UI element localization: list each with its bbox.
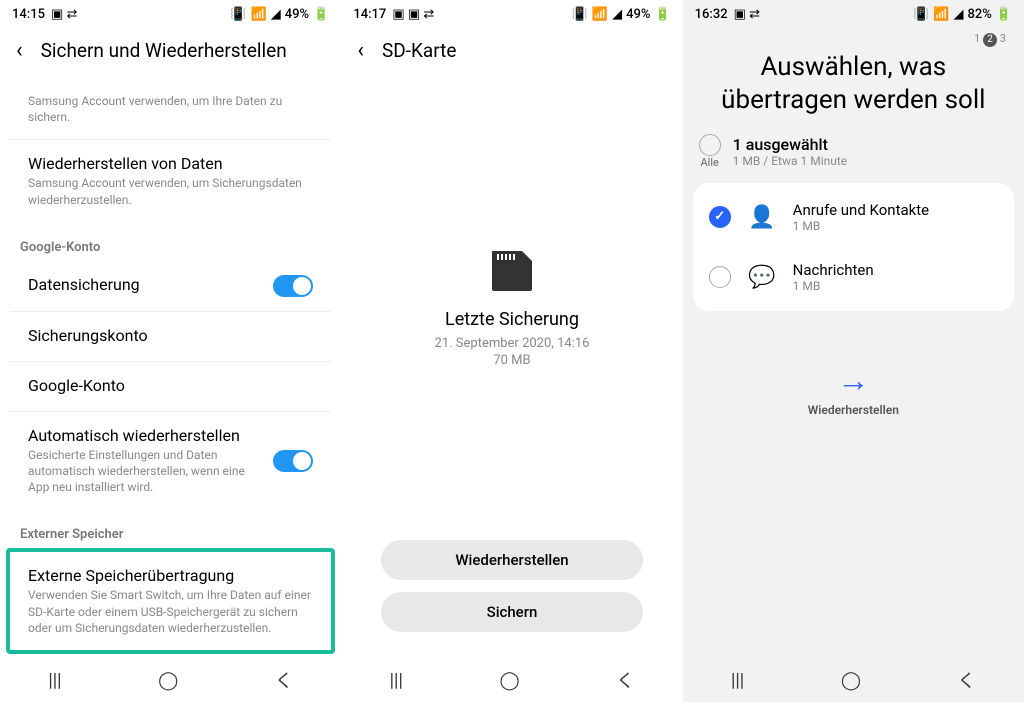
screen-select-transfer: 16:32 ▣ ⇄ 📳 📶 ◢ 82% 🔋 1 2 3 Auswählen, w… [683, 0, 1024, 702]
external-transfer-highlight: Externe Speicherübertragung Verwenden Si… [6, 548, 335, 654]
item-checkbox[interactable] [709, 266, 731, 288]
back-icon[interactable]: ‹ [357, 38, 364, 63]
nav-bar: ||| ◯ く [341, 658, 682, 702]
transfer-items-list: 👤 Anrufe und Kontakte 1 MB 💬 Nachrichten… [693, 183, 1014, 311]
select-all-checkbox[interactable] [699, 134, 721, 156]
backup-button[interactable]: Sichern [381, 592, 642, 632]
battery-text: 82% [967, 7, 991, 22]
status-time: 16:32 [695, 7, 728, 22]
samsung-card: Samsung Account verwenden, um Ihre Daten… [10, 79, 331, 222]
recents-button[interactable]: ||| [48, 670, 61, 691]
arrow-right-icon: → [683, 361, 1024, 399]
screen-sd-card: 14:17 ▣ ▣ ⇄ 📳 📶 ◢ 49% 🔋 ‹ SD-Karte Letzt… [341, 0, 682, 702]
contacts-icon: 👤 [747, 202, 777, 232]
nav-bar: ||| ◯ く [683, 658, 1024, 702]
battery-icon: 🔋 [654, 7, 670, 22]
samsung-backup-item[interactable]: Samsung Account verwenden, um Ihre Daten… [10, 79, 331, 140]
backup-size: 70 MB [493, 353, 530, 368]
home-button[interactable]: ◯ [158, 670, 178, 691]
home-button[interactable]: ◯ [841, 670, 861, 691]
status-time: 14:15 [12, 7, 45, 22]
back-icon[interactable]: ‹ [16, 38, 23, 63]
item-checkbox[interactable] [709, 206, 731, 228]
back-button[interactable]: く [958, 667, 976, 693]
screen-backup-restore: 14:15 ▣ ⇄ 📳 📶 ◢ 49% 🔋 ‹ Sichern und Wied… [0, 0, 341, 702]
selected-count: 1 ausgewählt [733, 135, 848, 154]
messages-icon: 💬 [747, 262, 777, 292]
google-section-label: Google-Konto [0, 232, 341, 261]
notif-icon: ▣ ⇄ [734, 7, 760, 22]
restore-action[interactable]: → Wiederherstellen [683, 361, 1024, 417]
restore-button[interactable]: Wiederherstellen [381, 540, 642, 580]
sd-info: Letzte Sicherung 21. September 2020, 14:… [341, 79, 682, 540]
data-backup-toggle-row[interactable]: Datensicherung [10, 261, 331, 312]
google-account-item[interactable]: Google-Konto [10, 362, 331, 412]
data-backup-toggle[interactable] [273, 275, 313, 297]
external-transfer-item[interactable]: Externe Speicherübertragung Verwenden Si… [10, 552, 331, 650]
battery-text: 49% [285, 7, 309, 22]
header: ‹ Sichern und Wiederherstellen [0, 28, 341, 79]
action-buttons: Wiederherstellen Sichern [341, 540, 682, 658]
status-time: 14:17 [353, 7, 386, 22]
auto-restore-toggle[interactable] [273, 450, 313, 472]
step-indicator: 1 2 3 [683, 28, 1024, 47]
battery-icon: 🔋 [996, 7, 1012, 22]
recents-button[interactable]: ||| [390, 670, 403, 691]
backup-account-item[interactable]: Sicherungskonto [10, 312, 331, 362]
back-button[interactable]: く [616, 667, 634, 693]
wifi-icon: 📶 [933, 7, 949, 22]
vibrate-icon: 📳 [230, 7, 246, 22]
google-card: Datensicherung Sicherungskonto Google-Ko… [10, 261, 331, 510]
vibrate-icon: 📳 [913, 7, 929, 22]
page-title: Sichern und Wiederherstellen [41, 39, 287, 62]
status-bar: 14:17 ▣ ▣ ⇄ 📳 📶 ◢ 49% 🔋 [341, 0, 682, 28]
wifi-icon: 📶 [592, 7, 608, 22]
external-section-label: Externer Speicher [0, 519, 341, 548]
nav-bar: ||| ◯ く [0, 658, 341, 702]
wifi-icon: 📶 [251, 7, 267, 22]
last-backup-label: Letzte Sicherung [445, 309, 579, 330]
recents-button[interactable]: ||| [731, 670, 744, 691]
list-item-contacts[interactable]: 👤 Anrufe und Kontakte 1 MB [693, 187, 1014, 247]
page-title: Auswählen, was übertragen werden soll [683, 47, 1024, 134]
header: ‹ SD-Karte [341, 28, 682, 79]
signal-icon: ◢ [953, 7, 963, 22]
battery-icon: 🔋 [313, 7, 329, 22]
status-bar: 16:32 ▣ ⇄ 📳 📶 ◢ 82% 🔋 [683, 0, 1024, 28]
battery-text: 49% [626, 7, 650, 22]
step-active: 2 [983, 33, 997, 47]
selected-sub: 1 MB / Etwa 1 Minute [733, 154, 848, 168]
vibrate-icon: 📳 [572, 7, 588, 22]
page-title: SD-Karte [382, 39, 456, 62]
select-all-row[interactable]: Alle 1 ausgewählt 1 MB / Etwa 1 Minute [683, 134, 1024, 183]
notif-icon: ▣ ▣ ⇄ [392, 7, 434, 22]
backup-date: 21. September 2020, 14:16 [435, 336, 590, 351]
status-bar: 14:15 ▣ ⇄ 📳 📶 ◢ 49% 🔋 [0, 0, 341, 28]
auto-restore-row[interactable]: Automatisch wiederherstellen Gesicherte … [10, 412, 331, 510]
sd-card-icon [492, 251, 532, 291]
list-item-messages[interactable]: 💬 Nachrichten 1 MB [693, 247, 1014, 307]
signal-icon: ◢ [271, 7, 281, 22]
home-button[interactable]: ◯ [500, 670, 520, 691]
notif-icon: ▣ ⇄ [51, 7, 77, 22]
back-button[interactable]: く [275, 667, 293, 693]
signal-icon: ◢ [612, 7, 622, 22]
restore-data-item[interactable]: Wiederherstellen von Daten Samsung Accou… [10, 140, 331, 221]
